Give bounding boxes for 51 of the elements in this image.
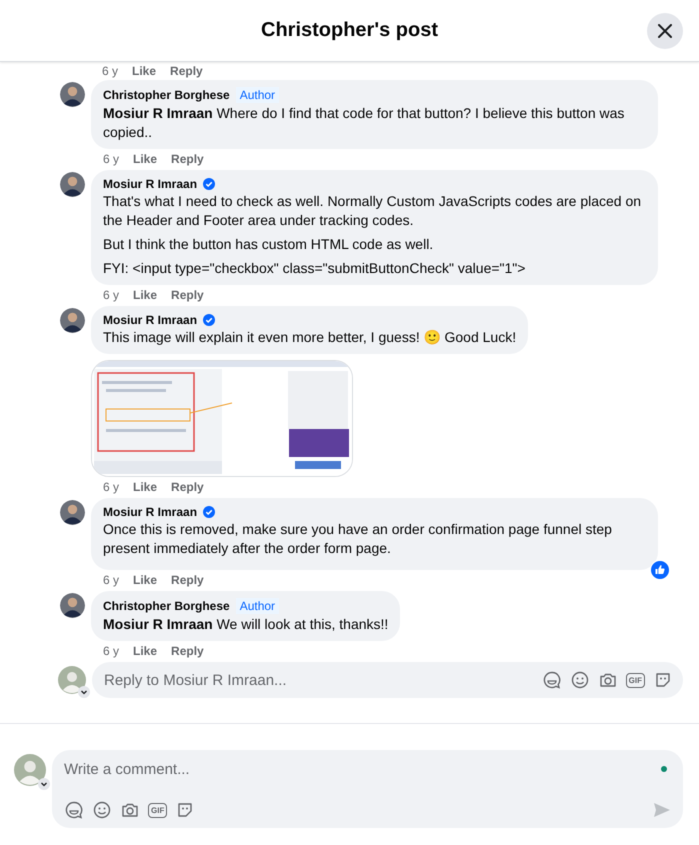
author-badge: Author [236, 598, 280, 614]
avatar-sticker-icon[interactable] [542, 670, 562, 690]
close-icon [658, 24, 672, 38]
comment-text: Mosiur R Imraan Where do I find that code for that button? I believe this button was copied.. [103, 104, 626, 142]
comment-text: Once this is removed, make sure you have an order confirmation page funnel step present immediately after the order form page. [103, 520, 613, 558]
author-name[interactable]: Christopher Borghese [103, 88, 230, 102]
comment-time: 6 y [103, 480, 120, 494]
comment-text: But I think the button has custom HTML code as well. [103, 235, 434, 254]
like-link[interactable]: Like [133, 152, 158, 166]
like-link[interactable]: Like [132, 64, 156, 78]
emoji-icon[interactable] [92, 800, 112, 820]
reply-link[interactable]: Reply [171, 288, 204, 302]
comment-field[interactable]: Write a comment... GIF [52, 750, 683, 828]
like-link[interactable]: Like [133, 480, 158, 494]
like-reaction-icon[interactable] [650, 560, 670, 580]
like-link[interactable]: Like [133, 288, 158, 302]
gif-button[interactable]: GIF [148, 802, 168, 818]
comment-text: FYI: <input type="checkbox" class="submitButtonCheck" value="1"> [103, 259, 526, 278]
author-name[interactable]: Mosiur R Imraan [103, 313, 198, 327]
reply-field[interactable]: Reply to Mosiur R Imraan... GIF [92, 662, 683, 698]
reply-link[interactable]: Reply [171, 480, 204, 494]
comment-text: That's what I need to check as well. Normally Custom JavaScripts codes are placed on the Header and Footer area under tracking codes. [103, 192, 642, 230]
post-title: Christopher's post [261, 19, 438, 42]
author-name[interactable]: Mosiur R Imraan [103, 505, 198, 519]
avatar-sticker-icon[interactable] [64, 800, 84, 820]
avatar[interactable] [60, 500, 85, 525]
avatar[interactable] [60, 308, 85, 333]
comment-text: Mosiur R Imraan We will look at this, thanks!! [103, 615, 388, 634]
chevron-icon[interactable] [78, 686, 90, 698]
comment-time: 6 y [103, 644, 120, 658]
comment-text: This image will explain it even more better, I guess! 🙂 Good Luck! [103, 328, 516, 347]
reply-link[interactable]: Reply [171, 572, 204, 586]
comment-time: 6 y [102, 64, 118, 78]
like-link[interactable]: Like [133, 644, 158, 658]
gif-button[interactable]: GIF [626, 672, 645, 688]
avatar[interactable] [60, 593, 85, 618]
author-name[interactable]: Christopher Borghese [103, 599, 230, 613]
emoji-icon[interactable] [570, 670, 590, 690]
comment-time: 6 y [103, 152, 120, 166]
comment-time: 6 y [103, 572, 120, 586]
author-name[interactable]: Mosiur R Imraan [103, 177, 198, 191]
reply-link[interactable]: Reply [171, 644, 204, 658]
avatar[interactable] [60, 82, 85, 107]
comment-time: 6 y [103, 288, 120, 302]
chevron-icon[interactable] [38, 778, 50, 790]
author-badge: Author [236, 87, 280, 103]
like-link[interactable]: Like [133, 572, 158, 586]
reply-link[interactable]: Reply [171, 152, 204, 166]
close-button[interactable] [647, 13, 683, 49]
reply-link[interactable]: Reply [170, 64, 203, 78]
avatar[interactable] [60, 172, 85, 197]
